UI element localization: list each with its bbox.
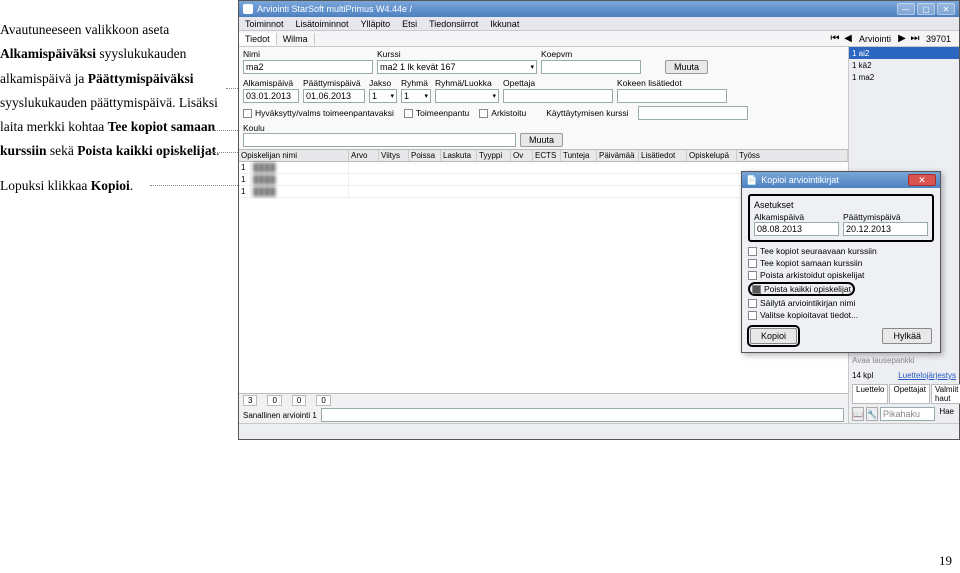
avaa-lausepankki[interactable]: Avaa lausepankki [852, 356, 956, 365]
book-icon[interactable]: 📖 [852, 407, 864, 421]
list-item[interactable]: 1 kä2 [849, 59, 959, 71]
kayttaytymisen-label: Käyttäytymisen kurssi [546, 108, 628, 118]
kokeen-lisatiedot-input[interactable] [617, 89, 727, 103]
koepvm-input[interactable] [541, 60, 641, 74]
dialog-paat-label: Päättymispäivä [843, 212, 928, 222]
koulu-label: Koulu [243, 123, 844, 133]
nav-first-icon[interactable]: ⏮ [829, 33, 841, 45]
alkamispaiva-input[interactable]: 03.01.2013 [243, 89, 299, 103]
dialog-icon: 📄 [746, 175, 757, 186]
grid-header: Opiskelijan nimi Arvo Viitys Poissa Lask… [239, 149, 848, 162]
kokeen-lisatiedot-label: Kokeen lisätiedot [617, 78, 727, 88]
grid-footer: 3 0 0 0 Sanallinen arviointi 1 [239, 393, 848, 423]
nav-prev-icon[interactable]: ◀ [842, 33, 854, 45]
list-item[interactable]: 1 ma2 [849, 71, 959, 83]
sanallinen-label: Sanallinen arviointi 1 [243, 411, 317, 420]
hylkaa-button[interactable]: Hylkää [882, 328, 932, 344]
toimeenpantu-checkbox[interactable]: Toimeenpantu [404, 108, 469, 118]
dialog-close-button[interactable]: ✕ [908, 174, 936, 186]
ryhma-select[interactable]: 1 [401, 89, 431, 103]
dialog-paat-input[interactable]: 20.12.2013 [843, 222, 928, 236]
nav-label: Arviointi [855, 34, 895, 44]
count-cell: 0 [292, 395, 306, 406]
list-item[interactable]: 1 ai2 [849, 47, 959, 59]
opt-samaan-checkbox[interactable]: Tee kopiot samaan kurssiin [748, 258, 934, 268]
kopioi-dialog: 📄 Kopioi arviointikirjat ✕ Asetukset Alk… [741, 171, 941, 353]
muuta2-button[interactable]: Muuta [520, 133, 563, 147]
muuta-button[interactable]: Muuta [665, 60, 708, 74]
ryhma-label: Ryhmä [401, 78, 431, 88]
nav-next-icon[interactable]: ▶ [896, 33, 908, 45]
sanallinen-input[interactable] [321, 408, 844, 422]
count-cell: 0 [316, 395, 330, 406]
menu-item[interactable]: Ikkunat [490, 19, 519, 29]
dialog-title: Kopioi arviointikirjat [761, 175, 839, 185]
app-icon [243, 4, 253, 14]
opt-poista-arkistoidut-checkbox[interactable]: Poista arkistoidut opiskelijat [748, 270, 934, 280]
opettaja-input[interactable] [503, 89, 613, 103]
jakso-select[interactable]: 1 [369, 89, 397, 103]
opt-seuraavaan-checkbox[interactable]: Tee kopiot seuraavaan kurssiin [748, 246, 934, 256]
count-cell: 3 [243, 395, 257, 406]
dialog-alk-label: Alkamispäivä [754, 212, 839, 222]
menu-item[interactable]: Lisätoiminnot [296, 19, 349, 29]
record-number: 39701 [922, 34, 955, 44]
window-title: Arviointi StarSoft multiPrimus W4.44e / [257, 4, 897, 14]
nimi-input[interactable]: ma2 [243, 60, 373, 74]
jakso-label: Jakso [369, 78, 397, 88]
kpl-count: 14 kpl [852, 371, 873, 380]
count-cell: 0 [267, 395, 281, 406]
paattymispaiva-label: Päättymispäivä [303, 78, 365, 88]
kopioi-button[interactable]: Kopioi [750, 328, 797, 344]
kurssi-select[interactable]: ma2 1 lk kevät 167 [377, 60, 537, 74]
opettaja-label: Opettaja [503, 78, 613, 88]
instruction-text: Avautuneeseen valikkoon aseta Alkamispäi… [0, 18, 236, 208]
paattymispaiva-input[interactable]: 01.06.2013 [303, 89, 365, 103]
minimize-button[interactable]: — [897, 3, 915, 15]
opt-poista-kaikki-checkbox[interactable]: Poista kaikki opiskelijat [748, 282, 934, 296]
statusbar [239, 423, 959, 435]
arkistoitu-checkbox[interactable]: Arkistoitu [479, 108, 526, 118]
nimi-label: Nimi [243, 49, 373, 59]
menu-item[interactable]: Toiminnot [245, 19, 284, 29]
tool-icon[interactable]: 🔧 [866, 407, 878, 421]
titlebar: Arviointi StarSoft multiPrimus W4.44e / … [239, 1, 959, 17]
menu-item[interactable]: Tiedonsiirrot [429, 19, 478, 29]
tab-luettelo[interactable]: Luettelo [852, 384, 888, 404]
koepvm-label: Koepvm [541, 49, 641, 59]
dialog-alk-input[interactable]: 08.08.2013 [754, 222, 839, 236]
alkamispaiva-label: Alkamispäivä [243, 78, 299, 88]
luettelojarjestys-link[interactable]: Luettelojärjestys [898, 371, 956, 380]
kurssi-label: Kurssi [377, 49, 537, 59]
dates-group: Asetukset Alkamispäivä 08.08.2013 Päätty… [748, 194, 934, 242]
nav-last-icon[interactable]: ⏭ [909, 33, 921, 45]
ryhmaluokka-select[interactable] [435, 89, 499, 103]
tab-tiedot[interactable]: Tiedot [239, 33, 277, 45]
tab-opettajat[interactable]: Opettajat [889, 384, 929, 404]
kayttaytymisen-input[interactable] [638, 106, 748, 120]
tabstrip: Tiedot Wilma ⏮ ◀ Arviointi ▶ ⏭ 39701 [239, 31, 959, 47]
tab-valmiit-haut[interactable]: Valmiit haut [931, 384, 960, 404]
opt-valitse-tiedot-checkbox[interactable]: Valitse kopioitavat tiedot... [748, 310, 934, 320]
page-number: 19 [939, 553, 952, 569]
group-title: Asetukset [754, 200, 928, 210]
koulu-input[interactable] [243, 133, 516, 147]
menu-item[interactable]: Etsi [402, 19, 417, 29]
hae-button[interactable]: Hae [937, 407, 956, 421]
hyvaksytty-checkbox[interactable]: Hyväksytty/valms toimeenpantavaksi [243, 108, 394, 118]
tab-wilma[interactable]: Wilma [277, 33, 315, 45]
ryhmaluokka-label: Ryhmä/Luokka [435, 78, 499, 88]
dialog-titlebar: 📄 Kopioi arviointikirjat ✕ [742, 172, 940, 188]
opt-sailyta-nimi-checkbox[interactable]: Säilytä arviointikirjan nimi [748, 298, 934, 308]
menu-item[interactable]: Ylläpito [361, 19, 391, 29]
pikahaku-input[interactable]: Pikahaku [880, 407, 935, 421]
close-button[interactable]: ✕ [937, 3, 955, 15]
right-list: 1 ai2 1 kä2 1 ma2 [849, 47, 959, 83]
maximize-button[interactable]: ▢ [917, 3, 935, 15]
app-window: Arviointi StarSoft multiPrimus W4.44e / … [238, 0, 960, 440]
menubar: Toiminnot Lisätoiminnot Ylläpito Etsi Ti… [239, 17, 959, 31]
